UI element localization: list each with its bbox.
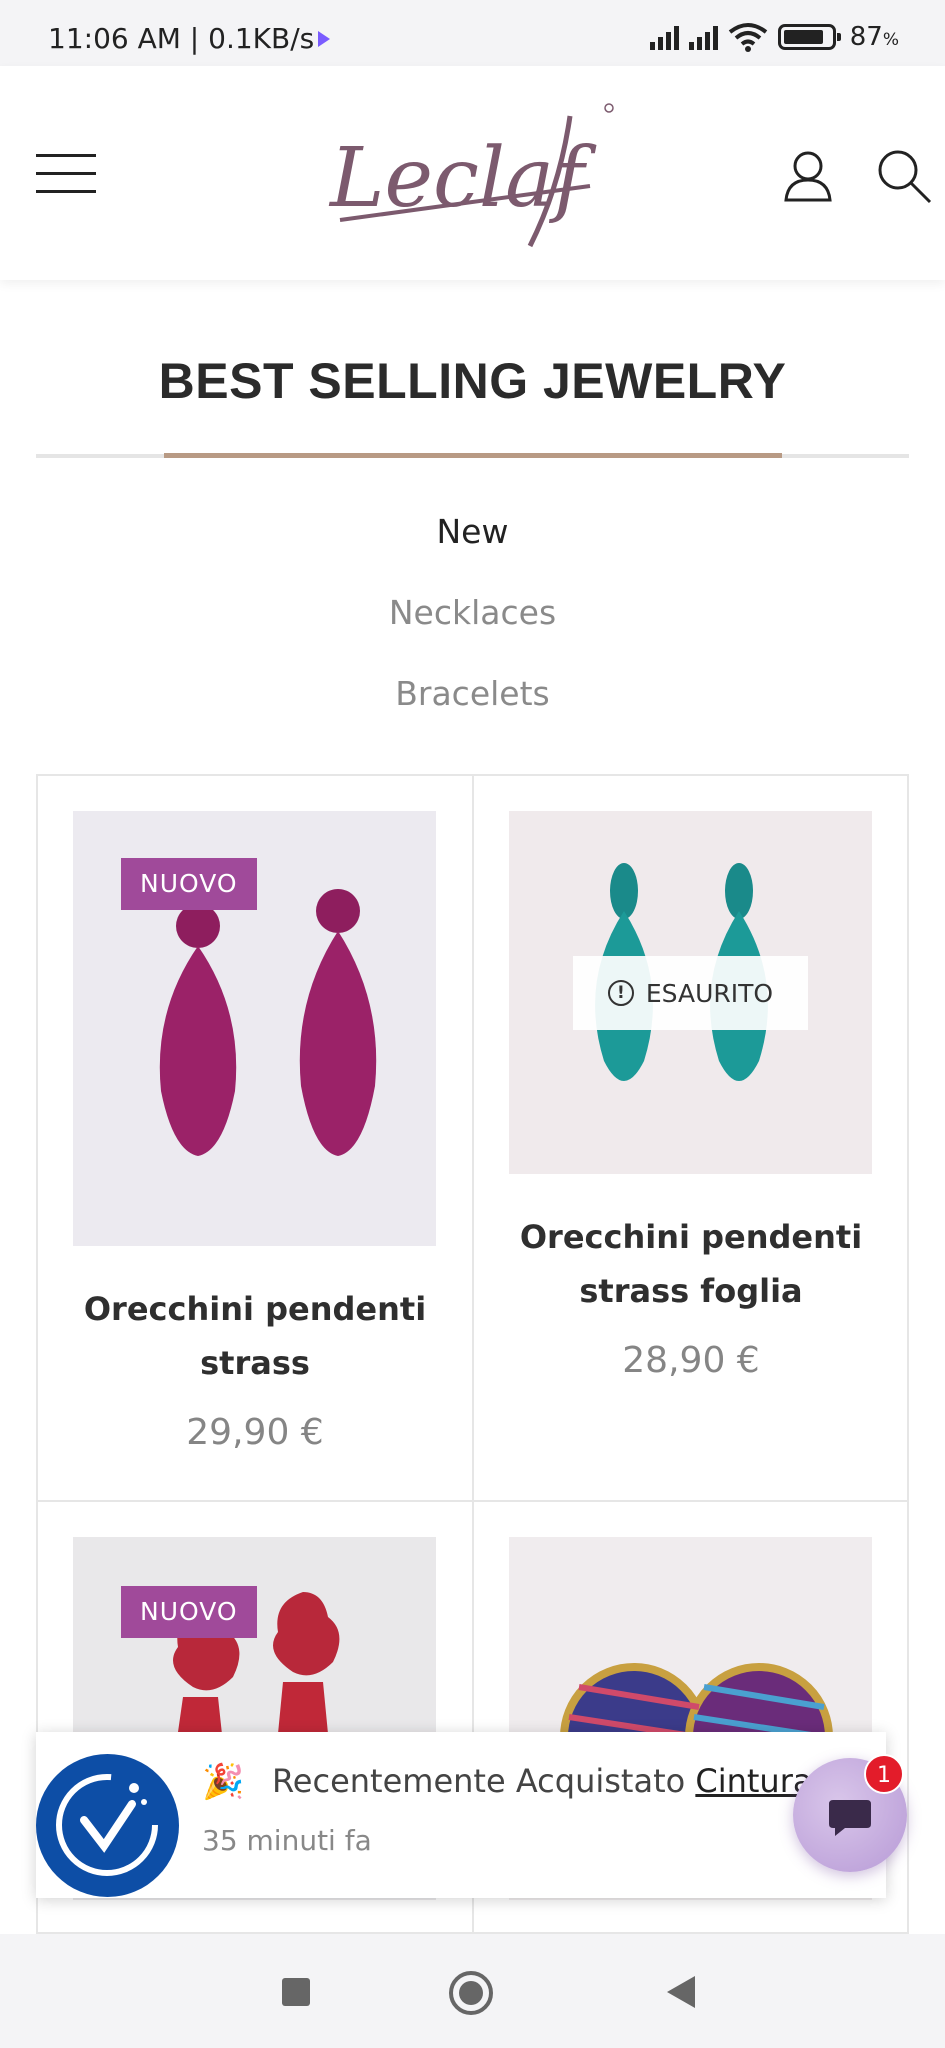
new-badge: NUOVO — [121, 1586, 257, 1638]
back-button[interactable] — [667, 1976, 695, 2008]
status-time: 11:06 AM | 0.1KB/s — [48, 22, 315, 55]
status-bar: 11:06 AM | 0.1KB/s 87% — [0, 0, 945, 66]
title-divider-accent — [164, 453, 782, 458]
sold-out-badge: ! ESAURITO — [573, 956, 808, 1030]
search-icon[interactable] — [874, 146, 934, 206]
home-button[interactable] — [449, 1971, 493, 2015]
chat-unread-badge: 1 — [864, 1754, 904, 1794]
tab-bracelets[interactable]: Bracelets — [0, 674, 945, 713]
status-indicators: 87% — [649, 20, 899, 54]
section-title: BEST SELLING JEWELRY — [158, 353, 787, 409]
alert-icon: ! — [607, 980, 634, 1006]
new-badge: NUOVO — [121, 858, 257, 910]
product-price: 29,90 € — [186, 1412, 324, 1453]
battery-level: 87% — [849, 22, 899, 52]
signal-icon — [649, 24, 679, 50]
product-image[interactable]: ! ESAURITO — [509, 811, 872, 1174]
wifi-icon — [728, 23, 767, 52]
product-name[interactable]: Orecchini pendenti strass foglia — [474, 1210, 908, 1318]
tab-new[interactable]: New — [0, 512, 945, 551]
grid-divider — [36, 1500, 909, 1502]
party-icon: 🎉 — [202, 1762, 245, 1802]
product-price: 28,90 € — [622, 1340, 760, 1381]
recents-button[interactable] — [282, 1978, 310, 2006]
notification-time: 35 minuti fa — [202, 1824, 372, 1857]
signal-icon — [688, 24, 718, 50]
play-store-icon — [318, 31, 330, 47]
tab-necklaces[interactable]: Necklaces — [0, 593, 945, 632]
user-icon[interactable] — [778, 146, 838, 206]
notification-logo — [36, 1754, 179, 1897]
notification-text: Recentemente Acquistato Cintura — [272, 1762, 813, 1800]
product-image[interactable]: NUOVO — [73, 811, 436, 1246]
product-name[interactable]: Orecchini pendenti strass — [38, 1282, 472, 1390]
system-nav-bar — [0, 1934, 945, 2048]
recent-purchase-notification[interactable]: 🎉 Recentemente Acquistato Cintura 35 min… — [36, 1732, 886, 1898]
site-header: Leclaf — [0, 66, 945, 280]
hamburger-menu-icon[interactable] — [36, 154, 96, 194]
battery-icon — [777, 24, 841, 50]
leclaf-logo[interactable]: Leclaf — [320, 86, 620, 261]
